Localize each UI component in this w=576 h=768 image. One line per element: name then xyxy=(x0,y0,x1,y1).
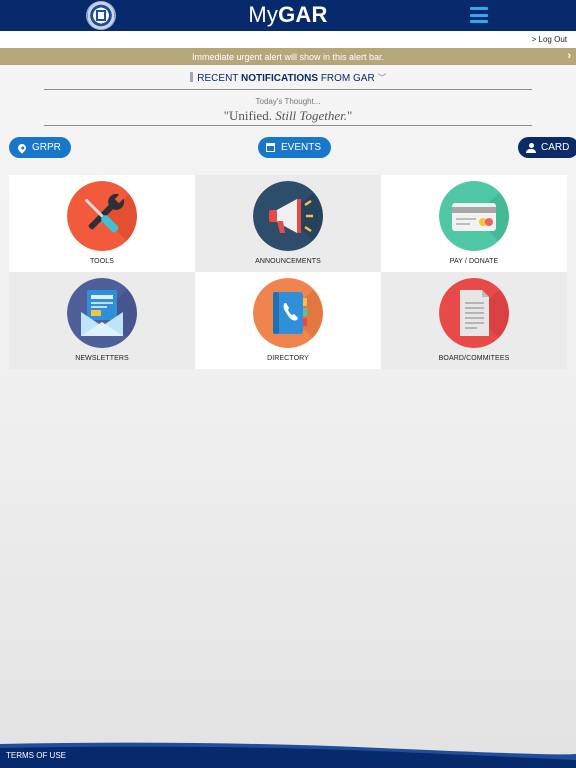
tile-pay-donate[interactable]: PAY / DONATE xyxy=(381,175,567,272)
recent-notifications-toggle[interactable]: RECENT NOTIFICATIONS FROM GAR ﹀ xyxy=(0,71,576,84)
grpr-label: GRPR xyxy=(32,142,61,153)
notifications-prefix: RECENT xyxy=(197,73,239,84)
tools-icon xyxy=(67,181,137,251)
chevron-right-icon[interactable]: › xyxy=(567,50,571,62)
quote-close: " xyxy=(346,108,353,123)
megaphone-icon xyxy=(253,181,323,251)
quote-emphasis: Still Together. xyxy=(275,108,347,123)
tile-label: TOOLS xyxy=(89,258,115,265)
feature-grid: TOOLS ANNOUNCEMENTS PAY / DONATE NEWSLET… xyxy=(9,175,567,369)
events-button[interactable]: EVENTS xyxy=(258,137,332,158)
account-row: > Log Out xyxy=(0,31,576,48)
alert-text: Immediate urgent alert will show in this… xyxy=(191,52,385,62)
tile-label: NEWSLETTERS xyxy=(75,355,129,362)
terms-of-use-link[interactable]: TERMS OF USE xyxy=(6,751,66,760)
app-title-light: My xyxy=(248,2,279,27)
hamburger-bar xyxy=(470,20,488,23)
tile-label: BOARD/COMMITEES xyxy=(438,355,510,362)
app-title-bold: GAR xyxy=(278,2,328,27)
hamburger-menu-icon[interactable] xyxy=(470,7,488,23)
tile-directory[interactable]: DIRECTORY xyxy=(195,272,381,369)
todays-thought: Today's Thought... "Unified. Still Toget… xyxy=(44,89,532,126)
hamburger-bar xyxy=(470,13,488,17)
notifications-bold: NOTIFICATIONS xyxy=(241,73,319,84)
notifications-suffix: FROM GAR xyxy=(320,73,375,84)
notification-marker-icon xyxy=(189,72,193,82)
card-label: CARD xyxy=(541,142,570,153)
thought-label: Today's Thought... xyxy=(255,97,321,106)
calendar-icon xyxy=(266,143,275,152)
document-icon xyxy=(439,278,509,348)
tile-label: DIRECTORY xyxy=(267,355,309,362)
user-icon xyxy=(526,142,536,153)
newsletter-icon xyxy=(67,278,137,348)
grpr-button[interactable]: GRPR xyxy=(9,137,71,158)
thought-quote: "Unified. Still Together." xyxy=(44,108,532,124)
quote-open: "Unified. xyxy=(223,108,272,123)
phone-book-icon xyxy=(253,278,323,348)
card-button[interactable]: CARD xyxy=(518,137,576,158)
footer-wave xyxy=(0,742,576,768)
credit-card-icon xyxy=(439,181,509,251)
footer: TERMS OF USE xyxy=(0,740,576,768)
map-pin-icon xyxy=(16,141,28,154)
tile-tools[interactable]: TOOLS xyxy=(9,175,195,272)
logout-link[interactable]: > Log Out xyxy=(532,35,567,44)
tile-label: ANNOUNCEMENTS xyxy=(255,258,321,265)
app-title: MyGAR xyxy=(0,2,576,28)
tile-newsletters[interactable]: NEWSLETTERS xyxy=(9,272,195,369)
hamburger-bar xyxy=(470,7,488,10)
top-bar: MyGAR xyxy=(0,0,576,31)
alert-bar[interactable]: Immediate urgent alert will show in this… xyxy=(0,48,576,65)
chevron-down-icon: ﹀ xyxy=(377,73,387,83)
events-label: EVENTS xyxy=(281,142,322,153)
tile-announcements[interactable]: ANNOUNCEMENTS xyxy=(195,175,381,272)
tile-board-commitees[interactable]: BOARD/COMMITEES xyxy=(381,272,567,369)
tile-label: PAY / DONATE xyxy=(449,258,499,265)
